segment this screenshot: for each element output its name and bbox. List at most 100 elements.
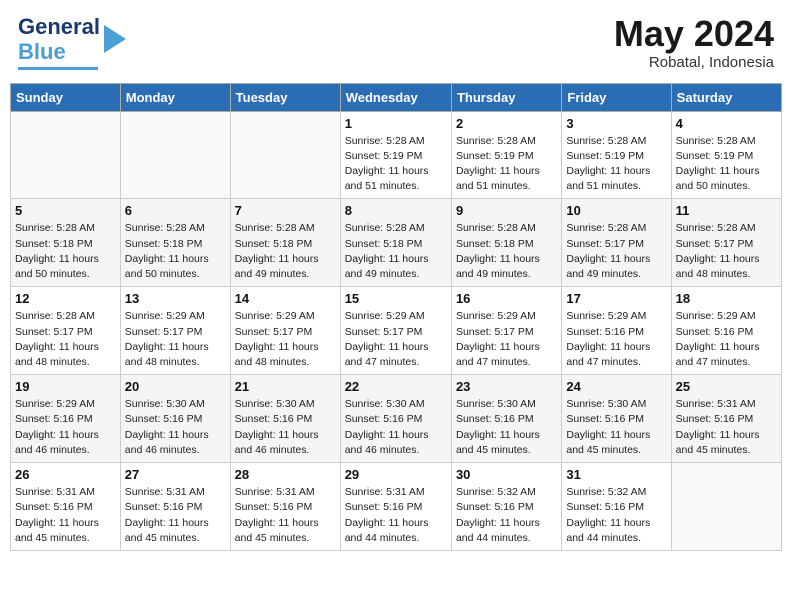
- day-number: 13: [125, 291, 226, 306]
- table-row: 18 Sunrise: 5:29 AM Sunset: 5:16 PM Dayli…: [671, 287, 781, 375]
- day-number: 27: [125, 467, 226, 482]
- day-number: 25: [676, 379, 777, 394]
- table-row: 25Sunrise: 5:31 AM Sunset: 5:16 PM Dayli…: [671, 375, 781, 463]
- day-number: 28: [235, 467, 336, 482]
- day-info: Sunrise: 5:30 AM Sunset: 5:16 PM Dayligh…: [566, 397, 666, 458]
- table-row: 19 Sunrise: 5:29 AM Sunset: 5:16 PM Dayli…: [11, 375, 121, 463]
- table-row: 7 Sunrise: 5:28 AM Sunset: 5:18 PM Daylig…: [230, 199, 340, 287]
- col-saturday: Saturday: [671, 83, 781, 111]
- table-row: 22Sunrise: 5:30 AM Sunset: 5:16 PM Dayli…: [340, 375, 451, 463]
- logo-general: General: [18, 14, 100, 39]
- day-info: Sunrise: 5:31 AM Sunset: 5:16 PM Dayligh…: [235, 485, 336, 546]
- table-row: 27 Sunrise: 5:31 AM Sunset: 5:16 PM Dayli…: [120, 463, 230, 551]
- table-row: 31 Sunrise: 5:32 AM Sunset: 5:16 PM Dayli…: [562, 463, 671, 551]
- table-row: 28 Sunrise: 5:31 AM Sunset: 5:16 PM Dayli…: [230, 463, 340, 551]
- calendar-week-1: 1Sunrise: 5:28 AM Sunset: 5:19 PM Daylig…: [11, 111, 782, 199]
- day-info: Sunrise: 5:28 AM Sunset: 5:18 PM Dayligh…: [15, 221, 116, 282]
- day-number: 2: [456, 116, 557, 131]
- table-row: 24 Sunrise: 5:30 AM Sunset: 5:16 PM Dayli…: [562, 375, 671, 463]
- day-number: 5: [15, 203, 116, 218]
- table-row: 20Sunrise: 5:30 AM Sunset: 5:16 PM Dayli…: [120, 375, 230, 463]
- day-number: 7: [235, 203, 336, 218]
- location-subtitle: Robatal, Indonesia: [614, 54, 774, 71]
- day-info: Sunrise: 5:28 AM Sunset: 5:18 PM Dayligh…: [235, 221, 336, 282]
- day-number: 19: [15, 379, 116, 394]
- day-number: 14: [235, 291, 336, 306]
- day-info: Sunrise: 5:32 AM Sunset: 5:16 PM Dayligh…: [566, 485, 666, 546]
- calendar-table: Sunday Monday Tuesday Wednesday Thursday…: [10, 83, 782, 551]
- table-row: 26 Sunrise: 5:31 AM Sunset: 5:16 PM Dayli…: [11, 463, 121, 551]
- calendar-week-4: 19 Sunrise: 5:29 AM Sunset: 5:16 PM Dayli…: [11, 375, 782, 463]
- day-info: Sunrise: 5:28 AM Sunset: 5:19 PM Dayligh…: [456, 134, 557, 195]
- day-number: 11: [676, 203, 777, 218]
- day-info: Sunrise: 5:29 AM Sunset: 5:16 PM Dayligh…: [15, 397, 116, 458]
- calendar-week-5: 26 Sunrise: 5:31 AM Sunset: 5:16 PM Dayli…: [11, 463, 782, 551]
- logo-blue: Blue: [18, 39, 66, 64]
- day-number: 22: [345, 379, 447, 394]
- month-title: May 2024: [614, 14, 774, 54]
- day-info: Sunrise: 5:28 AM Sunset: 5:17 PM Dayligh…: [676, 221, 777, 282]
- day-info: Sunrise: 5:28 AM Sunset: 5:18 PM Dayligh…: [345, 221, 447, 282]
- table-row: 12 Sunrise: 5:28 AM Sunset: 5:17 PM Dayli…: [11, 287, 121, 375]
- table-row: 13Sunrise: 5:29 AM Sunset: 5:17 PM Dayli…: [120, 287, 230, 375]
- day-info: Sunrise: 5:30 AM Sunset: 5:16 PM Dayligh…: [456, 397, 557, 458]
- col-tuesday: Tuesday: [230, 83, 340, 111]
- col-monday: Monday: [120, 83, 230, 111]
- day-number: 4: [676, 116, 777, 131]
- day-info: Sunrise: 5:28 AM Sunset: 5:18 PM Dayligh…: [456, 221, 557, 282]
- day-number: 18: [676, 291, 777, 306]
- table-row: 15 Sunrise: 5:29 AM Sunset: 5:17 PM Dayli…: [340, 287, 451, 375]
- calendar-week-2: 5 Sunrise: 5:28 AM Sunset: 5:18 PM Daylig…: [11, 199, 782, 287]
- day-info: Sunrise: 5:31 AM Sunset: 5:16 PM Dayligh…: [15, 485, 116, 546]
- day-info: Sunrise: 5:31 AM Sunset: 5:16 PM Dayligh…: [125, 485, 226, 546]
- day-number: 20: [125, 379, 226, 394]
- day-number: 8: [345, 203, 447, 218]
- day-number: 12: [15, 291, 116, 306]
- day-number: 15: [345, 291, 447, 306]
- day-info: Sunrise: 5:29 AM Sunset: 5:17 PM Dayligh…: [235, 309, 336, 370]
- day-info: Sunrise: 5:29 AM Sunset: 5:17 PM Dayligh…: [345, 309, 447, 370]
- day-number: 3: [566, 116, 666, 131]
- col-friday: Friday: [562, 83, 671, 111]
- day-info: Sunrise: 5:28 AM Sunset: 5:19 PM Dayligh…: [676, 134, 777, 195]
- table-row: [671, 463, 781, 551]
- day-info: Sunrise: 5:30 AM Sunset: 5:16 PM Dayligh…: [235, 397, 336, 458]
- col-wednesday: Wednesday: [340, 83, 451, 111]
- table-row: 5 Sunrise: 5:28 AM Sunset: 5:18 PM Daylig…: [11, 199, 121, 287]
- day-info: Sunrise: 5:28 AM Sunset: 5:17 PM Dayligh…: [15, 309, 116, 370]
- table-row: [11, 111, 121, 199]
- page-header: General Blue May 2024 Robatal, Indonesia: [10, 10, 782, 75]
- day-number: 16: [456, 291, 557, 306]
- day-info: Sunrise: 5:29 AM Sunset: 5:16 PM Dayligh…: [566, 309, 666, 370]
- col-sunday: Sunday: [11, 83, 121, 111]
- day-info: Sunrise: 5:28 AM Sunset: 5:19 PM Dayligh…: [345, 134, 447, 195]
- table-row: 10Sunrise: 5:28 AM Sunset: 5:17 PM Dayli…: [562, 199, 671, 287]
- day-number: 6: [125, 203, 226, 218]
- table-row: 21Sunrise: 5:30 AM Sunset: 5:16 PM Dayli…: [230, 375, 340, 463]
- day-info: Sunrise: 5:32 AM Sunset: 5:16 PM Dayligh…: [456, 485, 557, 546]
- day-info: Sunrise: 5:29 AM Sunset: 5:16 PM Dayligh…: [676, 309, 777, 370]
- table-row: 23Sunrise: 5:30 AM Sunset: 5:16 PM Dayli…: [451, 375, 561, 463]
- day-info: Sunrise: 5:29 AM Sunset: 5:17 PM Dayligh…: [456, 309, 557, 370]
- table-row: [230, 111, 340, 199]
- calendar-header-row: Sunday Monday Tuesday Wednesday Thursday…: [11, 83, 782, 111]
- day-number: 26: [15, 467, 116, 482]
- table-row: 16 Sunrise: 5:29 AM Sunset: 5:17 PM Dayli…: [451, 287, 561, 375]
- day-number: 30: [456, 467, 557, 482]
- table-row: 3Sunrise: 5:28 AM Sunset: 5:19 PM Daylig…: [562, 111, 671, 199]
- table-row: 11 Sunrise: 5:28 AM Sunset: 5:17 PM Dayli…: [671, 199, 781, 287]
- day-number: 31: [566, 467, 666, 482]
- title-block: May 2024 Robatal, Indonesia: [614, 14, 774, 71]
- table-row: 6Sunrise: 5:28 AM Sunset: 5:18 PM Daylig…: [120, 199, 230, 287]
- table-row: 9Sunrise: 5:28 AM Sunset: 5:18 PM Daylig…: [451, 199, 561, 287]
- col-thursday: Thursday: [451, 83, 561, 111]
- calendar-week-3: 12 Sunrise: 5:28 AM Sunset: 5:17 PM Dayli…: [11, 287, 782, 375]
- table-row: 14 Sunrise: 5:29 AM Sunset: 5:17 PM Dayli…: [230, 287, 340, 375]
- table-row: 29Sunrise: 5:31 AM Sunset: 5:16 PM Dayli…: [340, 463, 451, 551]
- table-row: 4 Sunrise: 5:28 AM Sunset: 5:19 PM Daylig…: [671, 111, 781, 199]
- day-number: 17: [566, 291, 666, 306]
- day-number: 24: [566, 379, 666, 394]
- table-row: 8 Sunrise: 5:28 AM Sunset: 5:18 PM Daylig…: [340, 199, 451, 287]
- day-number: 29: [345, 467, 447, 482]
- table-row: 30 Sunrise: 5:32 AM Sunset: 5:16 PM Dayli…: [451, 463, 561, 551]
